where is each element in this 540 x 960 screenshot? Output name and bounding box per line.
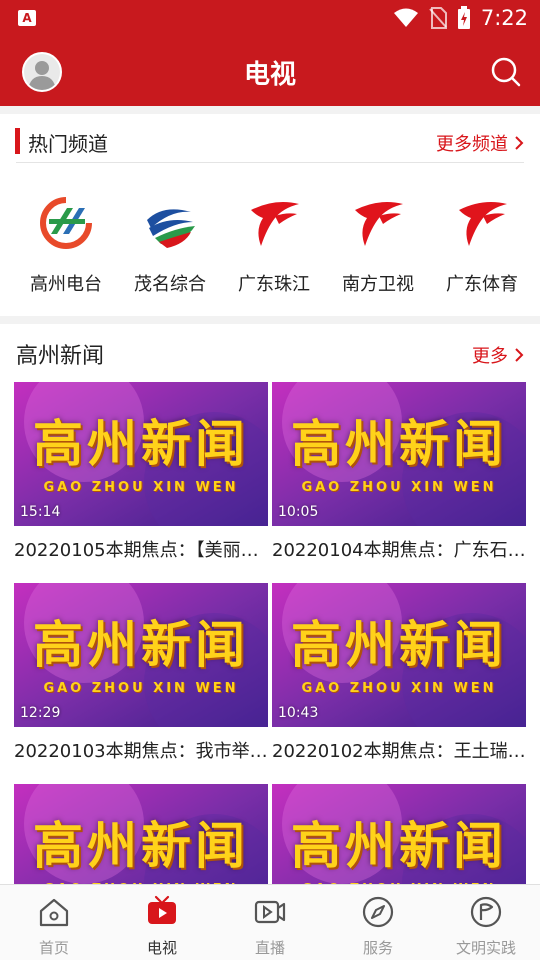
news-card[interactable]: 高州新闻 GAO ZHOU XIN WEN 15:14 20220105本期焦点：【美… <box>14 382 268 562</box>
battery-charging-icon <box>457 6 470 29</box>
more-channels-link[interactable]: 更多频道 <box>436 130 524 156</box>
news-thumbnail: 高州新闻GAO ZHOU XIN WEN <box>272 784 526 884</box>
flag-circle-icon <box>470 896 502 928</box>
news-card-title: 20220102本期焦点：王土瑞… <box>272 741 526 762</box>
channel-label: 南方卫视 <box>342 274 414 295</box>
more-news-link[interactable]: 更多 <box>472 342 524 368</box>
nav-item-tv[interactable]: 电视 <box>108 885 216 960</box>
news-thumbnail: 高州新闻 GAO ZHOU XIN WEN 10:05 <box>272 382 526 526</box>
nav-item-service[interactable]: 服务 <box>324 885 432 960</box>
channel-label: 广东体育 <box>446 274 518 295</box>
news-card[interactable]: 高州新闻 GAO ZHOU XIN WEN 12:29 20220103本期焦点：我市… <box>14 583 268 763</box>
news-card[interactable]: 高州新闻 GAO ZHOU XIN WEN 10:05 20220104本期焦点：广东… <box>272 382 526 562</box>
video-duration: 10:43 <box>278 705 319 721</box>
nav-label: 首页 <box>38 939 69 957</box>
nav-label: 电视 <box>146 939 177 957</box>
news-thumbnail: 高州新闻GAO ZHOU XIN WEN <box>14 784 268 884</box>
channel-item[interactable]: 南方卫视 <box>326 194 430 296</box>
news-section-title: 高州新闻 <box>16 344 105 369</box>
nav-item-civilization-practice[interactable]: 文明实践 <box>432 885 540 960</box>
channel-item[interactable]: 广东体育 <box>430 194 534 296</box>
news-card[interactable]: 高州新闻GAO ZHOU XIN WEN <box>14 784 268 884</box>
status-indicators: 7:22 <box>393 6 528 30</box>
gaozhou-radio-logo <box>40 197 92 249</box>
nav-item-home[interactable]: 首页 <box>0 885 108 960</box>
bottom-navigation: 首页 电视 直播 服务 文明实践 <box>0 884 540 960</box>
thumbnail-subtitle: GAO ZHOU XIN WEN <box>301 480 497 495</box>
more-channels-label: 更多频道 <box>436 134 508 155</box>
maoming-tv-logo <box>145 198 195 248</box>
channel-label: 广东珠江 <box>238 274 310 295</box>
thumbnail-title: 高州新闻 <box>291 415 507 473</box>
thumbnail-title: 高州新闻 <box>291 616 507 674</box>
video-duration: 15:14 <box>20 504 61 520</box>
compass-icon <box>362 896 394 928</box>
news-card-title: 20220104本期焦点：广东石… <box>272 540 526 561</box>
channel-label: 茂名综合 <box>134 274 206 295</box>
thumbnail-subtitle: GAO ZHOU XIN WEN <box>301 681 497 696</box>
news-section: 高州新闻 更多 高州新闻 GAO ZHOU XIN WEN 15:14 2022010… <box>0 324 540 884</box>
wifi-icon <box>393 8 418 27</box>
page-title: 电视 <box>243 60 296 90</box>
thumbnail-title: 高州新闻 <box>33 817 249 875</box>
app-notification-icon: A <box>18 10 36 26</box>
status-bar: A 7:22 <box>0 0 540 36</box>
news-thumbnail: 高州新闻 GAO ZHOU XIN WEN 15:14 <box>14 382 268 526</box>
app-bar: 电视 <box>0 36 540 106</box>
chevron-right-icon <box>515 348 524 362</box>
nav-label: 服务 <box>362 939 393 957</box>
guangdong-tv-logo <box>459 202 507 246</box>
more-news-label: 更多 <box>472 346 508 367</box>
search-icon[interactable] <box>490 56 522 88</box>
nav-item-live[interactable]: 直播 <box>216 885 324 960</box>
news-thumbnail: 高州新闻 GAO ZHOU XIN WEN 12:29 <box>14 583 268 727</box>
divider <box>16 162 524 163</box>
video-duration: 10:05 <box>278 504 319 520</box>
thumbnail-title: 高州新闻 <box>33 415 249 473</box>
news-card-title: 20220103本期焦点：我市举… <box>14 741 268 762</box>
channel-item[interactable]: 广东珠江 <box>222 194 326 296</box>
news-card[interactable]: 高州新闻GAO ZHOU XIN WEN <box>272 784 526 884</box>
nav-label: 直播 <box>254 939 285 957</box>
status-time: 7:22 <box>480 6 528 30</box>
news-thumbnail: 高州新闻 GAO ZHOU XIN WEN 10:43 <box>272 583 526 727</box>
no-sim-icon <box>429 7 447 29</box>
channel-item[interactable]: 高州电台 <box>14 194 118 296</box>
channel-item[interactable]: 茂名综合 <box>118 194 222 296</box>
tv-icon <box>148 895 176 924</box>
thumbnail-subtitle: GAO ZHOU XIN WEN <box>43 681 239 696</box>
guangdong-tv-logo <box>355 202 403 246</box>
guangdong-tv-logo <box>251 202 299 246</box>
nav-label: 文明实践 <box>455 939 516 957</box>
hot-channels-section: 热门频道 更多频道 高州电台 茂名综合 广东珠江 南方卫视 广东体育 <box>0 114 540 316</box>
thumbnail-subtitle: GAO ZHOU XIN WEN <box>43 480 239 495</box>
video-duration: 12:29 <box>20 705 61 721</box>
channel-list: 高州电台 茂名综合 广东珠江 南方卫视 广东体育 <box>0 194 540 296</box>
hot-channels-header: 热门频道 更多频道 <box>0 114 540 164</box>
section-accent-bar <box>15 128 20 154</box>
news-card[interactable]: 高州新闻 GAO ZHOU XIN WEN 10:43 20220102本期焦点：王土… <box>272 583 526 763</box>
news-card-title: 20220105本期焦点：【美丽… <box>14 540 259 561</box>
screen: A 7:22 电视 热门频道 更多频道 高州电台 茂名综合 广东珠江 南方卫视 … <box>0 0 540 960</box>
thumbnail-title: 高州新闻 <box>33 616 249 674</box>
channel-label: 高州电台 <box>30 274 102 295</box>
chevron-right-icon <box>515 136 524 150</box>
live-video-icon <box>254 900 286 924</box>
thumbnail-title: 高州新闻 <box>291 817 507 875</box>
home-icon <box>39 898 69 927</box>
hot-channels-title: 热门频道 <box>28 132 108 156</box>
